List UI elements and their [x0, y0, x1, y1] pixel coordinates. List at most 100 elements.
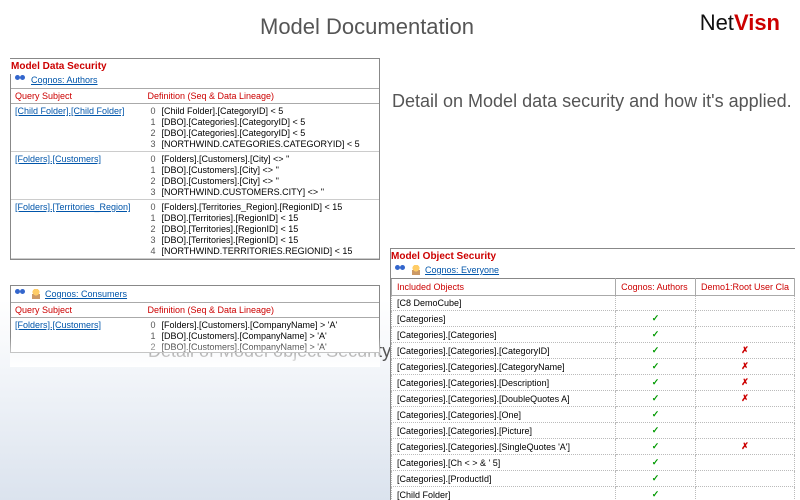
object-cell: [Categories].[Categories].[SingleQuotes …	[392, 439, 616, 455]
definition-row: 0[Child Folder].[CategoryID] < 5	[147, 106, 375, 116]
definition-row: 3[NORTHWIND.CATEGORIES.CATEGORYID] < 5	[147, 139, 375, 149]
callout-data-security: Detail on Model data security and how it…	[392, 90, 792, 113]
object-cell: [Categories].[Categories].[One]	[392, 407, 616, 423]
page-title: Model Documentation	[260, 14, 474, 40]
table-row: [Categories].[Categories]✓	[392, 327, 795, 343]
col-definition: Definition (Seq & Data Lineage)	[143, 303, 379, 318]
query-subject-link[interactable]: [Folders].[Customers]	[15, 320, 139, 330]
status-cell	[695, 423, 794, 439]
col-root-user: Demo1:Root User Cla	[695, 279, 794, 296]
data-security-table-2: Query Subject Definition (Seq & Data Lin…	[11, 302, 379, 353]
status-cell: ✓	[616, 439, 696, 455]
object-cell: [Categories]	[392, 311, 616, 327]
table-row: [Categories].[ProductId]✓	[392, 471, 795, 487]
model-object-security-panel: Model Object Security Cognos: Everyone I…	[390, 248, 795, 500]
col-definition: Definition (Seq & Data Lineage)	[143, 89, 379, 104]
object-cell: [Categories].[ProductId]	[392, 471, 616, 487]
logo-part2: Visn	[734, 10, 780, 35]
object-cell: [Categories].[Categories].[CategoryName]	[392, 359, 616, 375]
user-link-everyone[interactable]: Cognos: Everyone	[425, 265, 499, 275]
status-cell	[695, 327, 794, 343]
definition-row: 2[DBO].[Customers].[City] <> ''	[147, 176, 375, 186]
table-row: [Categories].[Categories].[Description]✓…	[392, 375, 795, 391]
definition-row: 4[NORTHWIND.TERRITORIES.REGIONID] < 15	[147, 246, 375, 256]
person-icon	[31, 289, 41, 299]
model-data-security-panel: Model Data Security Cognos: Authors Quer…	[10, 58, 380, 260]
definition-row: 1[DBO].[Territories].[RegionID] < 15	[147, 213, 375, 223]
query-subject-link[interactable]: [Folders].[Territories_Region]	[15, 202, 139, 212]
status-cell: ✓	[616, 343, 696, 359]
table-row: [Categories].[Ch < > & ' 5]✓	[392, 455, 795, 471]
col-authors: Cognos: Authors	[616, 279, 696, 296]
definition-row: 3[NORTHWIND.CUSTOMERS.CITY] <> ''	[147, 187, 375, 197]
status-cell: ✓	[616, 391, 696, 407]
user-link-authors[interactable]: Cognos: Authors	[31, 75, 98, 85]
status-cell	[695, 471, 794, 487]
user-row: Cognos: Consumers	[11, 286, 379, 302]
status-cell	[695, 296, 794, 311]
definition-row: 1[DBO].[Categories].[CategoryID] < 5	[147, 117, 375, 127]
section-heading: Model Data Security	[9, 59, 379, 74]
status-cell	[695, 455, 794, 471]
status-cell: ✗	[695, 375, 794, 391]
query-subject-link[interactable]: [Folders].[Customers]	[15, 154, 139, 164]
section-heading: Model Object Security	[390, 249, 795, 264]
table-row: [C8 DemoCube]	[392, 296, 795, 311]
status-cell: ✓	[616, 359, 696, 375]
definition-row: 0[Folders].[Customers].[City] <> ''	[147, 154, 375, 164]
model-data-security-panel-2: Cognos: Consumers Query Subject Definiti…	[10, 285, 380, 353]
group-icon	[15, 75, 27, 85]
table-row: [Categories].[Categories].[SingleQuotes …	[392, 439, 795, 455]
table-row: [Child Folder].[Child Folder] 0[Child Fol…	[11, 104, 379, 152]
person-icon	[411, 265, 421, 275]
definition-row: 1[DBO].[Customers].[CompanyName] > 'A'	[147, 331, 375, 341]
status-cell: ✓	[616, 327, 696, 343]
status-cell: ✓	[616, 407, 696, 423]
table-row: [Categories].[Categories].[One]✓	[392, 407, 795, 423]
definition-row: 1[DBO].[Customers].[City] <> ''	[147, 165, 375, 175]
logo: NetVisn	[700, 10, 780, 36]
object-cell: [Child Folder]	[392, 487, 616, 500]
table-row: [Categories].[Categories].[CategoryName]…	[392, 359, 795, 375]
col-included-objects: Included Objects	[392, 279, 616, 296]
status-cell	[695, 407, 794, 423]
object-cell: [Categories].[Categories].[CategoryID]	[392, 343, 616, 359]
object-cell: [C8 DemoCube]	[392, 296, 616, 311]
col-query-subject: Query Subject	[11, 89, 143, 104]
status-cell: ✓	[616, 423, 696, 439]
status-cell: ✓	[616, 487, 696, 500]
definition-row: 2[DBO].[Categories].[CategoryID] < 5	[147, 128, 375, 138]
status-cell: ✗	[695, 359, 794, 375]
status-cell: ✓	[616, 455, 696, 471]
status-cell: ✗	[695, 391, 794, 407]
user-link-consumers[interactable]: Cognos: Consumers	[45, 289, 127, 299]
status-cell	[695, 311, 794, 327]
definition-row: 0[Folders].[Territories_Region].[RegionI…	[147, 202, 375, 212]
status-cell	[616, 296, 696, 311]
table-row: [Categories].[Categories].[CategoryID]✓✗	[392, 343, 795, 359]
object-cell: [Categories].[Categories].[Description]	[392, 375, 616, 391]
status-cell: ✗	[695, 439, 794, 455]
table-row: [Child Folder]✓	[392, 487, 795, 500]
definition-row: 2[DBO].[Territories].[RegionID] < 15	[147, 224, 375, 234]
table-row: [Categories].[Categories].[Picture]✓	[392, 423, 795, 439]
user-row: Cognos: Authors	[11, 74, 379, 88]
query-subject-link[interactable]: [Child Folder].[Child Folder]	[15, 106, 139, 116]
definition-row: 0[Folders].[Customers].[CompanyName] > '…	[147, 320, 375, 330]
object-cell: [Categories].[Categories]	[392, 327, 616, 343]
logo-part1: Net	[700, 10, 734, 35]
status-cell: ✓	[616, 471, 696, 487]
definition-row: 2[DBO].[Customers].[CompanyName] > 'A'	[147, 342, 375, 352]
table-row: [Categories]✓	[392, 311, 795, 327]
user-row: Cognos: Everyone	[391, 264, 795, 278]
data-security-table: Query Subject Definition (Seq & Data Lin…	[11, 88, 379, 259]
definition-row: 3[DBO].[Territories].[RegionID] < 15	[147, 235, 375, 245]
status-cell	[695, 487, 794, 500]
object-security-table: Included Objects Cognos: Authors Demo1:R…	[391, 278, 795, 500]
group-icon	[15, 289, 27, 299]
group-icon	[395, 265, 407, 275]
col-query-subject: Query Subject	[11, 303, 143, 318]
status-cell: ✗	[695, 343, 794, 359]
status-cell: ✓	[616, 311, 696, 327]
status-cell: ✓	[616, 375, 696, 391]
